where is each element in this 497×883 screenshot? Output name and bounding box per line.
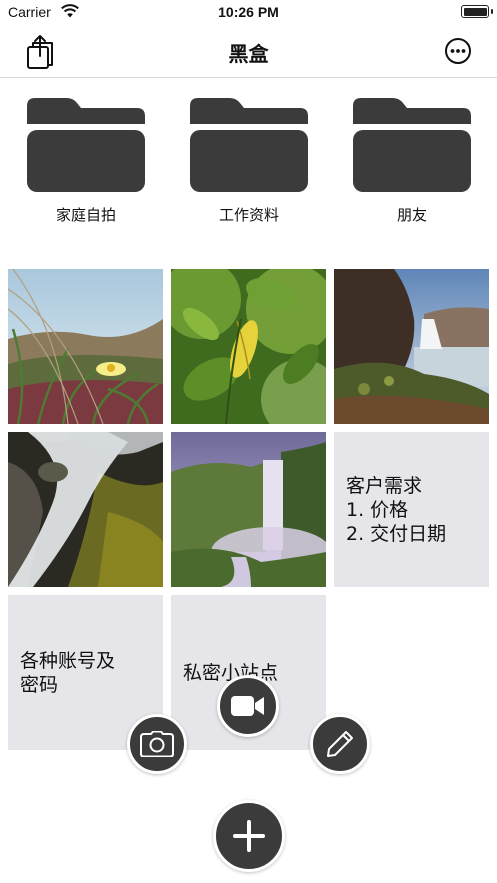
camera-button[interactable] [127, 714, 187, 774]
video-button[interactable] [217, 675, 279, 737]
folder-label: 朋友 [396, 206, 427, 224]
folder-row: 家庭自拍 工作资料 朋友 [0, 94, 497, 234]
coastal-waterfall-photo [334, 269, 489, 424]
status-bar: Carrier 10:26 PM [0, 0, 497, 26]
plus-icon [233, 820, 265, 852]
photo-thumbnail[interactable] [8, 269, 163, 424]
battery-tip [491, 9, 493, 14]
more-icon [445, 38, 471, 64]
page-title: 黑盒 [228, 42, 269, 66]
video-camera-icon [231, 696, 264, 716]
camera-icon [140, 731, 174, 757]
stream-photo [8, 432, 163, 587]
misty-waterfall-photo [171, 432, 326, 587]
flower-photo [8, 269, 163, 424]
clock: 10:26 PM [218, 4, 279, 20]
note-text: 各种账号及 密码 [20, 650, 116, 696]
navigation-bar: 黑盒 [0, 26, 497, 78]
photo-thumbnail[interactable] [171, 432, 326, 587]
note-card[interactable]: 客户需求 1. 价格 2. 交付日期 [334, 432, 489, 587]
folder-item[interactable]: 家庭自拍 [24, 94, 148, 225]
folder-icon [27, 98, 145, 192]
edit-button[interactable] [310, 714, 370, 774]
folder-icon [353, 98, 471, 192]
folder-label: 工作资料 [218, 206, 279, 224]
add-button[interactable] [213, 800, 285, 872]
folder-label: 家庭自拍 [55, 206, 116, 224]
folder-item[interactable]: 工作资料 [187, 94, 311, 225]
note-text: 客户需求 1. 价格 2. 交付日期 [346, 475, 447, 545]
battery-icon [461, 5, 489, 18]
photo-thumbnail[interactable] [8, 432, 163, 587]
photo-thumbnail[interactable] [334, 269, 489, 424]
more-button[interactable] [444, 37, 472, 65]
pencil-icon [327, 731, 353, 757]
folder-icon [190, 98, 308, 192]
photo-thumbnail[interactable] [171, 269, 326, 424]
folder-item[interactable]: 朋友 [350, 94, 474, 225]
leaves-photo [171, 269, 326, 424]
